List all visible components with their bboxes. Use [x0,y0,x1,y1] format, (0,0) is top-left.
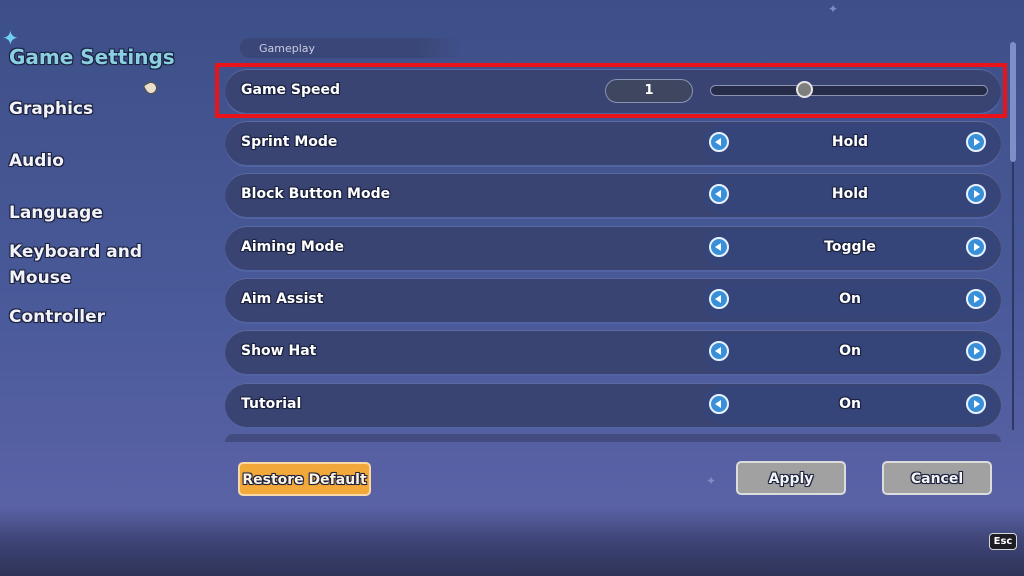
previous-option-arrow-icon[interactable] [709,341,729,362]
sidebar-item-game-settings[interactable]: Game Settings [9,44,209,70]
sidebar-item-controller[interactable]: Controller [9,304,209,330]
next-option-arrow-icon[interactable] [966,132,986,152]
option-selector: Hold [703,176,997,215]
option-value: On [839,395,861,412]
option-selector: Toggle [703,228,997,267]
setting-label: Tutorial [241,395,302,412]
game-speed-value-field[interactable]: 1 [605,79,693,103]
restore-default-button[interactable]: Restore Default [238,462,371,496]
option-value: On [839,290,861,307]
setting-label: Game Speed [241,82,341,98]
sidebar-item-keyboard-mouse[interactable]: Keyboard and Mouse [9,239,209,291]
next-option-arrow-icon[interactable] [966,393,986,414]
option-selector: On [703,385,997,424]
cancel-button[interactable]: Cancel [882,461,992,495]
mouse-cursor-icon [142,79,160,97]
option-value: Hold [831,134,869,150]
next-option-arrow-icon[interactable] [966,341,986,362]
option-selector: Hold [703,124,997,162]
setting-row-tutorial: Tutorial On [225,382,1001,427]
setting-row-partial [225,434,1001,442]
previous-option-arrow-icon[interactable] [709,236,729,257]
section-title: Gameplay [259,42,316,55]
next-option-arrow-icon[interactable] [966,184,986,205]
next-option-arrow-icon[interactable] [966,236,986,257]
option-selector: On [703,333,997,372]
option-value: Hold [831,186,869,203]
option-selector: On [703,280,997,319]
sidebar-item-language[interactable]: Language [9,200,209,226]
setting-label: Sprint Mode [241,134,338,150]
setting-row-show-hat: Show Hat On [225,330,1001,375]
setting-row-aim-assist: Aim Assist On [225,277,1001,322]
previous-option-arrow-icon[interactable] [709,393,729,414]
slider-thumb[interactable] [795,81,813,98]
setting-label: Show Hat [241,343,317,360]
star-decoration: ✦ [706,474,717,488]
sidebar-item-audio[interactable]: Audio [9,148,209,174]
setting-label: Aiming Mode [241,238,344,255]
next-option-arrow-icon[interactable] [966,288,986,309]
setting-row-game-speed: Game Speed 1 [225,69,1001,113]
setting-label: Block Button Mode [241,186,391,203]
game-speed-slider[interactable] [710,81,988,98]
previous-option-arrow-icon[interactable] [709,184,729,205]
scrollbar-thumb[interactable] [1010,42,1016,162]
option-value: On [839,343,861,360]
star-decoration: ✦ [828,2,839,16]
sidebar-item-graphics[interactable]: Graphics [9,96,209,122]
setting-row-block-button-mode: Block Button Mode Hold [225,173,1001,218]
section-header-gameplay: Gameplay [240,38,462,58]
option-value: Toggle [824,238,876,255]
apply-button[interactable]: Apply [736,461,846,495]
setting-label: Aim Assist [241,290,324,307]
previous-option-arrow-icon[interactable] [709,132,729,152]
setting-row-aiming-mode: Aiming Mode Toggle [225,225,1001,270]
setting-row-sprint-mode: Sprint Mode Hold [225,121,1001,165]
esc-key-hint[interactable]: Esc [989,533,1017,550]
previous-option-arrow-icon[interactable] [709,288,729,309]
